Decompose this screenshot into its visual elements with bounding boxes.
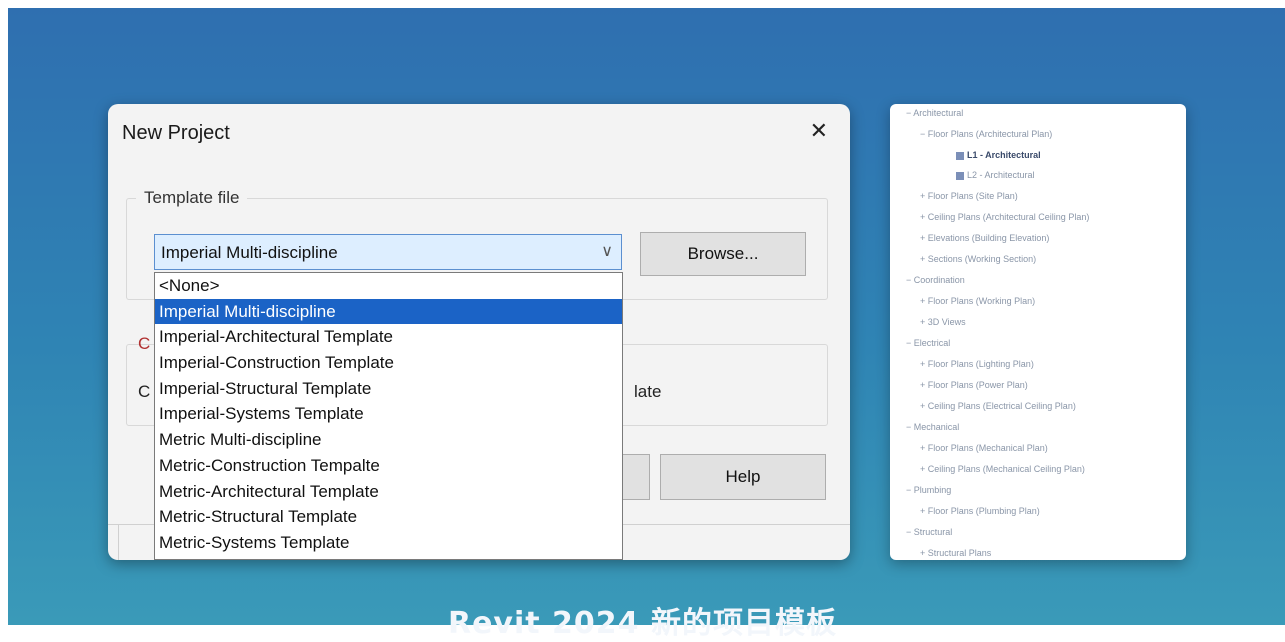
template-group-label: Template file [136,188,248,208]
tree-node[interactable]: − Coordination [906,275,965,285]
dropdown-item[interactable]: Metric-Systems Template [155,530,622,556]
dropdown-item[interactable]: <None> [155,273,622,299]
tree-node[interactable]: − Floor Plans (Architectural Plan) [920,129,1052,139]
tree-node[interactable]: + Floor Plans (Working Plan) [920,296,1035,306]
tree-node[interactable]: + Floor Plans (Plumbing Plan) [920,506,1040,516]
tree-node[interactable]: − Architectural [906,108,963,118]
template-dropdown-list[interactable]: <None> Imperial Multi-discipline Imperia… [154,272,623,560]
tree-node[interactable]: + Floor Plans (Mechanical Plan) [920,443,1048,453]
tree-node[interactable]: + Elevations (Building Elevation) [920,233,1049,243]
dropdown-item[interactable]: Metric-Construction Tempalte [155,453,622,479]
browse-button[interactable]: Browse... [640,232,806,276]
tree-node[interactable]: + Ceiling Plans (Mechanical Ceiling Plan… [920,464,1085,474]
tree-node[interactable]: + 3D Views [920,317,966,327]
dropdown-item[interactable]: Metric-Structural Template [155,504,622,530]
tree-node[interactable]: + Floor Plans (Site Plan) [920,191,1018,201]
tree-node[interactable]: + Sections (Working Section) [920,254,1036,264]
tree-node[interactable]: − Plumbing [906,485,951,495]
project-template-radio-label[interactable]: late [634,382,661,402]
tree-view-label: L2 - Architectural [967,170,1035,180]
close-icon[interactable]: ✕ [810,118,828,144]
help-button[interactable]: Help [660,454,826,500]
dropdown-item[interactable]: Imperial-Systems Template [155,401,622,427]
combo-selected-value: Imperial Multi-discipline [161,243,338,262]
template-combobox[interactable]: Imperial Multi-discipline ∨ [154,234,622,270]
dropdown-item[interactable]: Imperial-Architectural Template [155,324,622,350]
tree-view[interactable]: L2 - Architectural [956,170,1035,180]
partial-radio-label: C [138,382,151,401]
tree-node[interactable]: + Structural Plans [920,548,991,558]
tree-node[interactable]: − Electrical [906,338,950,348]
dropdown-item[interactable]: Metric-Architectural Template [155,479,622,505]
slide-caption: Revit 2024 新的项目模板 [447,606,837,641]
dialog-title: New Project [122,122,230,144]
tree-node[interactable]: + Floor Plans (Lighting Plan) [920,359,1034,369]
tree-node[interactable]: + Floor Plans (Power Plan) [920,380,1028,390]
tree-view-label: L1 - Architectural [967,150,1041,160]
dropdown-item[interactable]: Imperial-Construction Template [155,350,622,376]
tree-node[interactable]: − Structural [906,527,952,537]
dropdown-item[interactable]: Imperial-Structural Template [155,376,622,402]
project-browser-tree: − Architectural − Floor Plans (Architect… [890,104,1186,560]
footer-stub [108,524,119,560]
view-icon [956,171,964,180]
dropdown-item[interactable]: Metric Multi-discipline [155,427,622,453]
tree-node[interactable]: + Ceiling Plans (Electrical Ceiling Plan… [920,401,1076,411]
dropdown-item-selected[interactable]: Imperial Multi-discipline [155,298,622,325]
partial-label: C [138,334,151,353]
chevron-down-icon[interactable]: ∨ [601,241,613,261]
tree-node[interactable]: − Mechanical [906,422,959,432]
tree-node[interactable]: + Ceiling Plans (Architectural Ceiling P… [920,212,1089,222]
top-border [0,0,1285,8]
left-border [0,0,8,625]
tree-view-active[interactable]: L1 - Architectural [956,150,1041,160]
view-icon [956,151,964,160]
